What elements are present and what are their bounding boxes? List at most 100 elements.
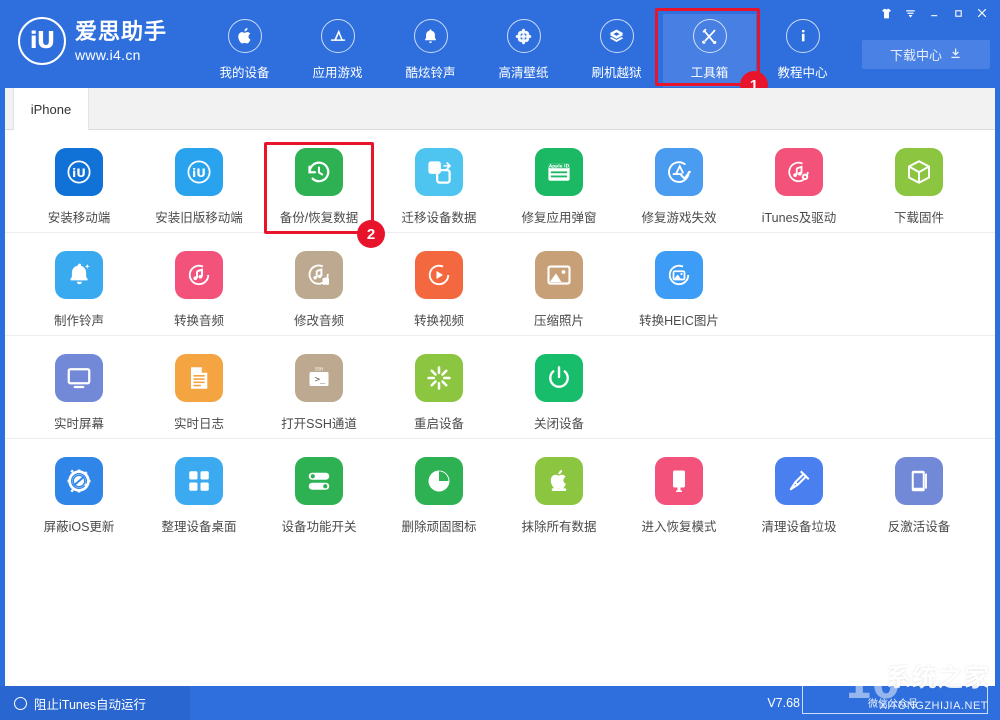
radio-circle-icon: [14, 697, 27, 710]
tool-delete-stubborn-icon[interactable]: 删除顽固图标: [379, 457, 499, 535]
nav-item-flash-jailbreak[interactable]: 刷机越狱: [570, 14, 663, 87]
tool-label: 进入恢复模式: [641, 516, 716, 535]
tool-recovery-mode[interactable]: 进入恢复模式: [619, 457, 739, 535]
tool-live-screen[interactable]: 实时屏幕: [19, 354, 139, 432]
ssh-terminal-icon: SSH >_: [295, 354, 343, 402]
maximize-icon[interactable]: [946, 2, 970, 24]
tool-label: 修改音频: [294, 310, 344, 329]
download-center-button[interactable]: 下载中心: [862, 40, 990, 69]
close-icon[interactable]: [970, 2, 994, 24]
nav-item-tutorials[interactable]: 教程中心: [756, 14, 849, 87]
flower-icon: [507, 19, 541, 53]
tool-install-old-mobile[interactable]: iU 安装旧版移动端: [139, 148, 259, 226]
nav-item-my-device[interactable]: 我的设备: [198, 14, 291, 87]
svg-text:自: 自: [323, 277, 329, 285]
brand-title: 爱思助手: [75, 21, 167, 43]
live-log-icon: [175, 354, 223, 402]
tool-open-ssh[interactable]: SSH >_ 打开SSH通道: [259, 354, 379, 432]
nav-item-ringtones[interactable]: 酷炫铃声: [384, 14, 477, 87]
tools-icon: [693, 19, 727, 53]
version-label: V7.68: [767, 686, 800, 720]
tool-fix-game-failure[interactable]: 修复游戏失效: [619, 148, 739, 226]
tool-label: 备份/恢复数据: [280, 207, 358, 226]
tool-feature-toggle[interactable]: 设备功能开关: [259, 457, 379, 535]
nav-label: 高清壁纸: [498, 62, 548, 81]
nav-item-wallpapers[interactable]: 高清壁纸: [477, 14, 570, 87]
nav-item-apps-games[interactable]: 应用游戏: [291, 14, 384, 87]
tool-install-mobile[interactable]: iU 安装移动端: [19, 148, 139, 226]
tool-clean-junk[interactable]: 清理设备垃圾: [739, 457, 859, 535]
nav-label: 工具箱: [691, 62, 729, 81]
svg-text:>_: >_: [315, 375, 326, 385]
svg-text:iU: iU: [72, 166, 86, 180]
tool-label: 安装移动端: [48, 207, 111, 226]
clean-junk-icon: [775, 457, 823, 505]
nav-label: 酷炫铃声: [405, 62, 455, 81]
download-center-label: 下载中心: [890, 45, 942, 64]
tool-live-log[interactable]: 实时日志: [139, 354, 259, 432]
organize-desktop-icon: [175, 457, 223, 505]
menu-icon[interactable]: [898, 2, 922, 24]
tool-row: iU 安装移动端 iU 安装旧版移动端: [5, 130, 995, 233]
tool-label: 制作铃声: [54, 310, 104, 329]
live-screen-icon: [55, 354, 103, 402]
tool-label: 删除顽固图标: [401, 516, 476, 535]
tool-label: 下载固件: [894, 207, 944, 226]
reboot-device-icon: [415, 354, 463, 402]
watermark-sub-text: XITONGZHIJIA.NET: [879, 700, 988, 712]
tool-row: 屏蔽iOS更新 整理设备桌面: [5, 439, 995, 541]
tool-deactivate-device[interactable]: 反激活设备: [859, 457, 979, 535]
i4-logo-icon: iU: [18, 17, 66, 65]
edit-audio-icon: 自: [295, 251, 343, 299]
tool-power-off-device[interactable]: 关闭设备: [499, 354, 619, 432]
download-icon: [949, 47, 962, 63]
deactivate-device-icon: [895, 457, 943, 505]
tool-reboot-device[interactable]: 重启设备: [379, 354, 499, 432]
tool-erase-all-data[interactable]: 抹除所有数据: [499, 457, 619, 535]
delete-icon-icon: [415, 457, 463, 505]
tool-label: 修复应用弹窗: [521, 207, 596, 226]
tool-organize-desktop[interactable]: 整理设备桌面: [139, 457, 259, 535]
convert-audio-icon: [175, 251, 223, 299]
skin-icon[interactable]: [874, 2, 898, 24]
app-window: iU 爱思助手 www.i4.cn 我的设备: [0, 0, 1000, 720]
tool-label: 反激活设备: [888, 516, 951, 535]
tool-make-ringtone[interactable]: 制作铃声: [19, 251, 139, 329]
tool-row: 制作铃声 转换音频: [5, 233, 995, 336]
watermark-sub-text-2: 微信公众号: [868, 695, 918, 710]
tool-block-ios-update[interactable]: 屏蔽iOS更新: [19, 457, 139, 535]
appstore-icon: [321, 19, 355, 53]
tool-label: 转换HEIC图片: [639, 310, 719, 329]
block-itunes-toggle[interactable]: 阻止iTunes自动运行: [0, 686, 190, 720]
nav-label: 教程中心: [777, 62, 827, 81]
i4-app-icon: iU: [55, 148, 103, 196]
minimize-icon[interactable]: [922, 2, 946, 24]
watermark-box: [802, 680, 988, 714]
tool-fix-app-popup[interactable]: Apple ID 修复应用弹窗: [499, 148, 619, 226]
tool-convert-audio[interactable]: 转换音频: [139, 251, 259, 329]
tool-label: iTunes及驱动: [762, 207, 837, 226]
box-open-icon: [600, 19, 634, 53]
tool-label: 压缩照片: [534, 310, 584, 329]
tool-compress-photo[interactable]: 压缩照片: [499, 251, 619, 329]
tab-iphone[interactable]: iPhone: [13, 88, 89, 130]
tool-convert-heic[interactable]: 转换HEIC图片: [619, 251, 739, 329]
window-controls: [874, 2, 994, 24]
tool-label: 转换视频: [414, 310, 464, 329]
tool-download-firmware[interactable]: 下载固件: [859, 148, 979, 226]
erase-all-data-icon: [535, 457, 583, 505]
tool-convert-video[interactable]: 转换视频: [379, 251, 499, 329]
tool-label: 设备功能开关: [281, 516, 356, 535]
apple-icon: [228, 19, 262, 53]
tool-label: 实时屏幕: [54, 413, 104, 432]
recovery-mode-icon: [655, 457, 703, 505]
tool-itunes-driver[interactable]: iTunes及驱动: [739, 148, 859, 226]
bell-icon: [414, 19, 448, 53]
power-off-icon: [535, 354, 583, 402]
tool-migrate-data[interactable]: 迁移设备数据: [379, 148, 499, 226]
tool-edit-audio[interactable]: 自 修改音频: [259, 251, 379, 329]
tab-label: iPhone: [31, 102, 71, 117]
tool-backup-restore[interactable]: 备份/恢复数据: [259, 148, 379, 226]
tool-label: 清理设备垃圾: [761, 516, 836, 535]
nav-label: 应用游戏: [312, 62, 362, 81]
